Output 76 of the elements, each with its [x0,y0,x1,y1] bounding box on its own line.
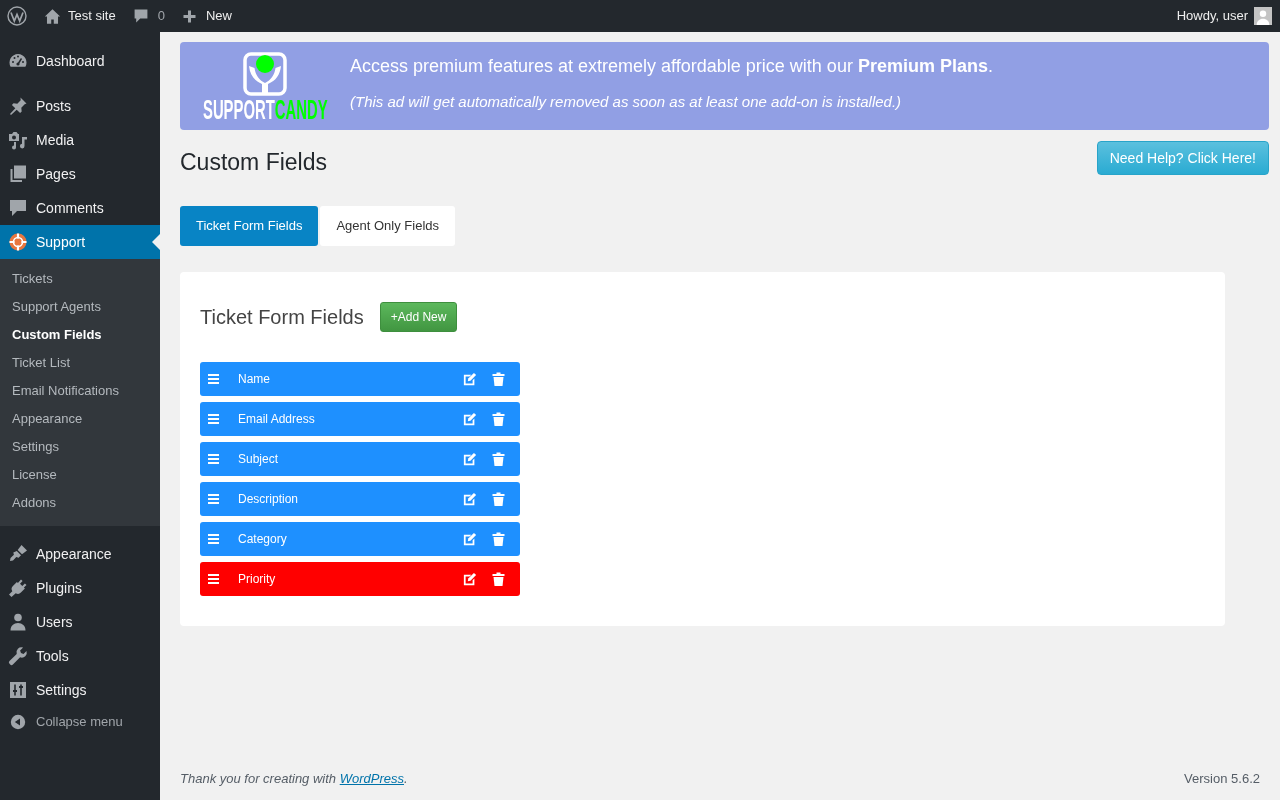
promo-message: Access premium features at extremely affordable price with our Premium Plans. [350,55,993,78]
trash-icon[interactable] [492,412,505,426]
documents-icon [8,164,28,184]
wordpress-link[interactable]: WordPress [339,771,404,786]
menu-item[interactable]: Appearance [0,537,160,571]
submenu-item[interactable]: Support Agents [0,293,160,321]
field-label: Category [238,531,288,548]
site-name-link[interactable]: Test site [68,6,116,26]
edit-icon[interactable] [463,572,477,586]
camera-note-icon [8,130,28,150]
logo-text: SUPPORTCANDY [202,98,328,122]
submenu-item[interactable]: Addons [0,489,160,517]
menu-item[interactable]: Support [0,225,160,259]
tab[interactable]: Agent Only Fields [320,206,456,246]
drag-handle-icon[interactable] [208,574,219,584]
person-icon [8,612,28,632]
menu-item[interactable]: Plugins [0,571,160,605]
home-icon[interactable] [44,7,61,25]
edit-icon[interactable] [463,452,477,466]
menu-item[interactable]: Media [0,123,160,157]
drag-handle-icon[interactable] [208,534,219,544]
edit-icon[interactable] [463,412,477,426]
trash-icon[interactable] [492,572,505,586]
edit-icon[interactable] [463,492,477,506]
field-label: Description [238,491,300,508]
sliders-icon [8,680,28,700]
menu-item[interactable]: Tools [0,639,160,673]
field-label: Name [238,371,271,388]
edit-icon[interactable] [463,532,477,546]
trash-icon[interactable] [492,372,505,386]
plug-icon [8,578,28,598]
speech-bubble-icon [8,198,28,218]
drag-handle-icon[interactable] [208,414,219,424]
promo-note: (This ad will get automatically removed as soon as at least one add-on is installed.) [350,92,903,112]
avatar-icon[interactable] [1254,7,1272,25]
menu-item[interactable]: Comments [0,191,160,225]
comment-count[interactable]: 0 [157,6,165,26]
new-link[interactable]: New [205,6,232,26]
menu-item[interactable]: Dashboard [0,44,160,78]
greeting-link[interactable]: Howdy, user [1176,6,1248,26]
submenu-item[interactable]: Settings [0,433,160,461]
submenu-item[interactable]: Email Notifications [0,377,160,405]
edit-icon[interactable] [463,372,477,386]
speech-bubble-icon[interactable] [132,8,149,24]
wordpress-logo-icon[interactable] [7,6,27,26]
submenu-item[interactable]: Ticket List [0,349,160,377]
logo-icon [243,52,287,96]
trash-icon[interactable] [492,452,505,466]
plus-icon[interactable] [181,8,197,24]
pointer-icon [152,234,160,250]
field-label: Priority [238,571,277,588]
menu-item[interactable]: Settings [0,673,160,707]
footer-text: Thank you for creating with WordPress. [180,770,408,788]
wrench-icon [8,646,28,666]
pushpin-icon [8,96,28,116]
menu-item[interactable]: Posts [0,89,160,123]
trash-icon[interactable] [492,532,505,546]
menu-item[interactable]: Users [0,605,160,639]
menu-item[interactable]: Pages [0,157,160,191]
submenu-item[interactable]: License [0,461,160,489]
field-label: Email Address [238,411,316,428]
trash-icon[interactable] [492,492,505,506]
field-label: Subject [238,451,280,468]
tab[interactable]: Ticket Form Fields [180,206,319,246]
drag-handle-icon[interactable] [208,454,219,464]
paintbrush-icon [8,544,28,564]
version-text: Version 5.6.2 [1184,770,1260,788]
submenu-item[interactable]: Appearance [0,405,160,433]
lifebuoy-icon [8,232,28,252]
submenu-item[interactable]: Custom Fields [0,321,160,349]
collapse-menu-button[interactable]: Collapse menu [0,707,160,737]
panel-title: Ticket Form Fields [200,305,364,330]
drag-handle-icon[interactable] [208,374,219,384]
submenu-item[interactable]: Tickets [0,265,160,293]
drag-handle-icon[interactable] [208,494,219,504]
page-title: Custom Fields [180,148,327,177]
